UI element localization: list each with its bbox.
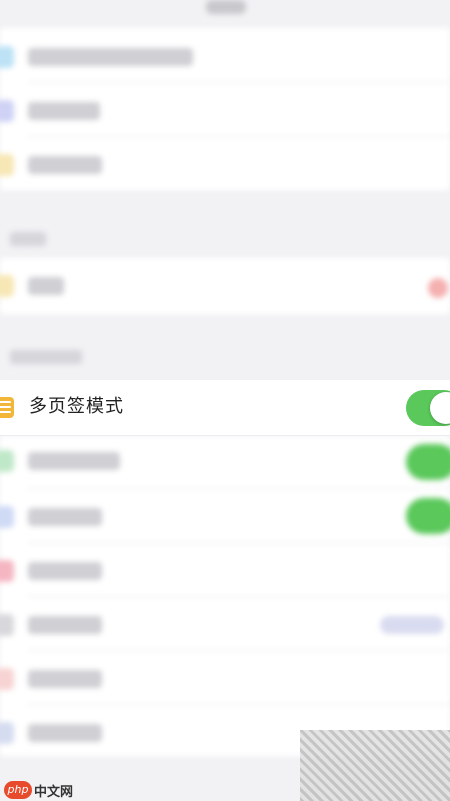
row-text-placeholder xyxy=(28,156,102,174)
row-text-placeholder xyxy=(28,277,64,295)
multi-tab-mode-row[interactable]: 多页签模式 xyxy=(0,380,450,436)
row-text-placeholder xyxy=(28,452,120,470)
app-icon xyxy=(0,450,14,472)
toggle-placeholder xyxy=(406,444,450,480)
section-header xyxy=(10,350,82,364)
grabber-handle xyxy=(206,0,246,14)
notes-icon xyxy=(0,397,14,418)
settings-row xyxy=(0,258,450,314)
app-icon xyxy=(0,46,14,68)
app-icon xyxy=(0,100,14,122)
row-text-placeholder xyxy=(28,616,102,634)
toggle-knob xyxy=(430,392,450,424)
site-watermark: php 中文网 xyxy=(4,780,73,800)
watermark-logo: php xyxy=(4,781,32,799)
app-icon xyxy=(0,668,14,690)
row-text-placeholder xyxy=(28,724,102,742)
row-text-placeholder xyxy=(28,102,100,120)
row-text-placeholder xyxy=(28,670,102,688)
settings-row xyxy=(0,436,450,756)
app-icon xyxy=(0,560,14,582)
row-text-placeholder xyxy=(28,48,193,66)
row-text-placeholder xyxy=(28,562,102,580)
app-icon xyxy=(0,506,14,528)
app-icon xyxy=(0,722,14,744)
toggle-placeholder xyxy=(406,498,450,534)
app-icon xyxy=(0,154,14,176)
multi-tab-mode-toggle[interactable] xyxy=(406,390,450,426)
section-header xyxy=(10,232,46,246)
value-pill-placeholder xyxy=(380,616,444,634)
badge-dot xyxy=(428,278,448,298)
row-text-placeholder xyxy=(28,508,102,526)
watermark-text: 中文网 xyxy=(34,784,74,800)
pixelated-watermark-area xyxy=(300,730,450,801)
app-icon xyxy=(0,275,14,297)
app-icon xyxy=(0,614,14,636)
multi-tab-mode-label: 多页签模式 xyxy=(29,396,124,417)
settings-row xyxy=(0,28,450,190)
